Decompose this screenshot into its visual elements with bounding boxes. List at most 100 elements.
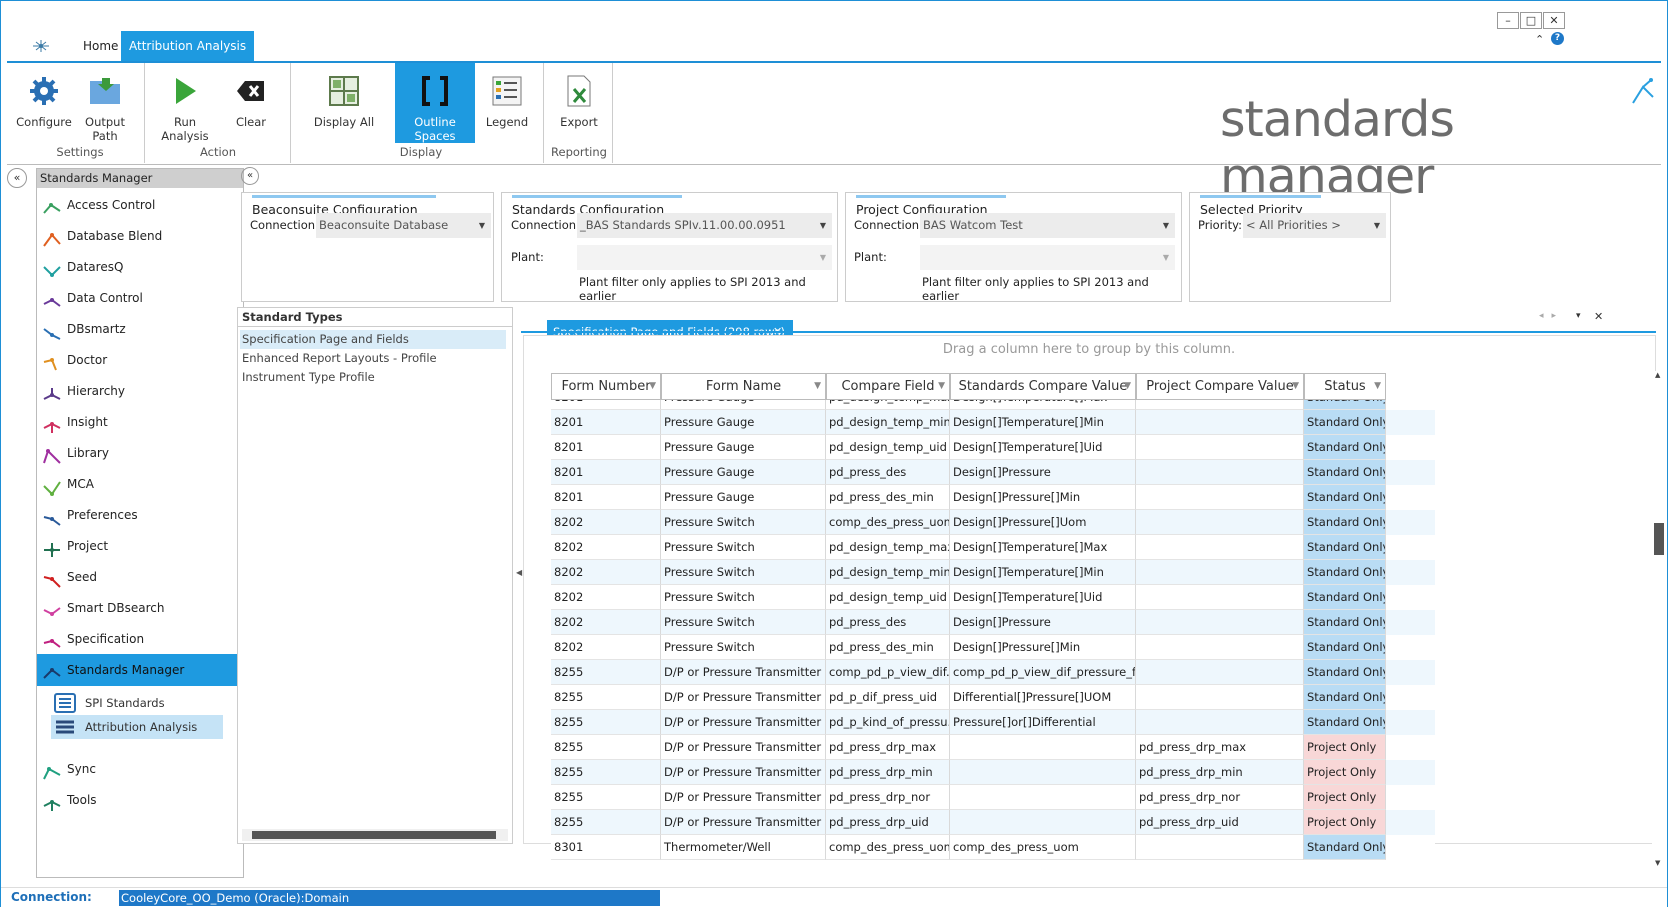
column-header-project-compare-value[interactable]: Project Compare Value ▼ <box>1136 373 1304 400</box>
cell-project-value <box>1136 410 1304 435</box>
sidebar-item-insight[interactable]: Insight <box>37 406 243 438</box>
project-connection-select[interactable]: BAS Watcom Test ▼ <box>920 213 1175 238</box>
table-row[interactable]: 8202 Pressure Switch pd_design_temp_max Des… <box>551 535 1435 560</box>
minimize-button[interactable]: – <box>1497 12 1519 29</box>
sidebar-item-sync[interactable]: Sync <box>37 753 243 785</box>
table-row[interactable]: 8201 Pressure Gauge pd_press_des_min Design… <box>551 485 1435 510</box>
tab-nav-icons[interactable]: ◂▸ <box>1539 311 1564 321</box>
sidebar-item-specification[interactable]: Specification <box>37 623 243 655</box>
cell-status: Project Only <box>1304 785 1386 810</box>
filter-icon[interactable]: ▼ <box>1374 374 1381 399</box>
cell-form-number: 8255 <box>551 685 661 710</box>
filter-icon[interactable]: ▼ <box>1292 374 1299 399</box>
table-row[interactable]: 8202 Pressure Switch pd_press_des Design[]P… <box>551 610 1435 635</box>
display-all-button[interactable]: Display All <box>312 63 376 141</box>
standard-type-item[interactable]: Specification Page and Fields <box>240 330 506 349</box>
table-row[interactable]: 8202 Pressure Switch pd_design_temp_min Des… <box>551 560 1435 585</box>
output-path-button[interactable]: Output Path <box>73 63 137 143</box>
sidebar-item-project[interactable]: Project <box>37 530 243 562</box>
sidebar-item-standards-manager[interactable]: Standards Manager <box>37 654 243 686</box>
filter-icon[interactable]: ▼ <box>1124 374 1131 399</box>
scroll-down-icon[interactable]: ▼ <box>1655 859 1660 867</box>
maximize-button[interactable]: □ <box>1520 12 1542 29</box>
collapse-config-button[interactable]: « <box>241 167 259 185</box>
datares-q-icon <box>43 259 61 277</box>
app-menu-icon[interactable] <box>31 37 51 55</box>
export-button[interactable]: Export <box>551 63 607 141</box>
sidebar-item-hierarchy[interactable]: Hierarchy <box>37 375 243 407</box>
grid-icon <box>324 71 364 111</box>
scroll-thumb[interactable] <box>252 831 496 839</box>
sidebar-subitem-spi-standards[interactable]: SPI Standards <box>51 691 223 715</box>
outline-spaces-button[interactable]: Outline Spaces <box>395 63 475 143</box>
close-pane-icon[interactable]: ✕ <box>1594 310 1603 323</box>
sidebar-item-database-blend[interactable]: Database Blend <box>37 220 243 252</box>
table-row[interactable]: 8255 D/P or Pressure Transmitter pd_p_dif_… <box>551 685 1435 710</box>
standard-type-item[interactable]: Instrument Type Profile <box>240 368 506 387</box>
project-config-panel: Project Configuration Connection: BAS Wa… <box>845 192 1182 303</box>
select-value: Beaconsuite Database <box>319 218 449 232</box>
sidebar-item-access-control[interactable]: Access Control <box>37 189 243 221</box>
table-row[interactable]: 8202 Pressure Switch pd_design_temp_uid Des… <box>551 585 1435 610</box>
table-row[interactable]: 8255 D/P or Pressure Transmitter pd_p_kind… <box>551 710 1435 735</box>
tab-home[interactable]: Home <box>75 31 126 61</box>
standards-plant-select[interactable]: ▼ <box>577 245 832 270</box>
column-header-standards-compare-value[interactable]: Standards Compare Value ▼ <box>950 373 1136 400</box>
table-row[interactable]: 8202 Pressure Switch comp_des_press_uom Des… <box>551 510 1435 535</box>
sidebar-item-data-control[interactable]: Data Control <box>37 282 243 314</box>
table-row[interactable]: 8255 D/P or Pressure Transmitter pd_press_… <box>551 785 1435 810</box>
column-header-form-name[interactable]: Form Name ▼ <box>661 373 826 400</box>
sidebar-item-tools[interactable]: Tools <box>37 784 243 816</box>
column-header-status[interactable]: Status ▼ <box>1304 373 1386 400</box>
table-row[interactable]: 8201 Pressure Gauge pd_press_des Design[]Pr… <box>551 460 1435 485</box>
priority-panel: Selected Priority Priority: < All Priori… <box>1189 192 1391 302</box>
sidebar-item-smart-dbsearch[interactable]: Smart DBsearch <box>37 592 243 624</box>
configure-button[interactable]: Configure <box>15 63 73 141</box>
legend-button[interactable]: Legend <box>482 63 532 141</box>
table-row[interactable]: 8255 D/P or Pressure Transmitter pd_press_… <box>551 735 1435 760</box>
run-analysis-button[interactable]: Run Analysis <box>150 63 220 143</box>
standards-connection-select[interactable]: _BAS Standards SPIv.11.00.00.0951 ▼ <box>577 213 832 238</box>
cell-form-number: 8255 <box>551 710 661 735</box>
column-header-form-number[interactable]: Form Number ▼ <box>551 373 661 400</box>
sidebar-subitem-attribution-analysis[interactable]: Attribution Analysis <box>51 715 223 739</box>
filter-icon[interactable]: ▼ <box>938 374 945 399</box>
sidebar-item-preferences[interactable]: Preferences <box>37 499 243 531</box>
sidebar-item-mca[interactable]: MCA <box>37 468 243 500</box>
clear-button[interactable]: Clear <box>225 63 277 141</box>
beaconsuite-connection-select[interactable]: Beaconsuite Database ▼ <box>316 213 491 238</box>
tab-attribution-analysis[interactable]: Attribution Analysis <box>121 31 255 61</box>
cell-status: Standard Only <box>1304 400 1386 410</box>
cell-form-name: Pressure Gauge <box>661 460 826 485</box>
filter-icon[interactable]: ▼ <box>814 374 821 399</box>
splitter-arrow-icon[interactable]: ◀ <box>516 568 522 577</box>
table-row[interactable]: 8255 D/P or Pressure Transmitter pd_press_… <box>551 760 1435 785</box>
beaconsuite-config-panel: Beaconsuite Configuration Connection: Be… <box>241 192 494 302</box>
filter-icon[interactable]: ▼ <box>649 374 656 399</box>
priority-select[interactable]: < All Priorities > ▼ <box>1243 213 1386 238</box>
scroll-thumb[interactable] <box>1654 523 1664 555</box>
scroll-up-icon[interactable]: ▲ <box>1655 371 1660 379</box>
table-row[interactable]: 8201Pressure Gaugepd_design_temp_maxDesi… <box>551 400 1435 410</box>
table-row[interactable]: 8202 Pressure Switch pd_press_des_min Desig… <box>551 635 1435 660</box>
sidebar-item-doctor[interactable]: Doctor <box>37 344 243 376</box>
close-window-button[interactable]: ✕ <box>1543 12 1565 29</box>
horizontal-scrollbar[interactable] <box>242 829 508 841</box>
sidebar-item-library[interactable]: Library <box>37 437 243 469</box>
cell-form-number: 8202 <box>551 585 661 610</box>
gear-icon <box>24 71 64 111</box>
sidebar-item-seed[interactable]: Seed <box>37 561 243 593</box>
tab-dropdown-icon[interactable]: ▾ <box>1576 311 1581 321</box>
table-row[interactable]: 8201 Pressure Gauge pd_design_temp_uid Desi… <box>551 435 1435 460</box>
sidebar-item-dbsmartz[interactable]: DBsmartz <box>37 313 243 345</box>
vertical-scrollbar[interactable]: ▲ ▼ <box>1652 371 1666 879</box>
sidebar-item-datares-q[interactable]: DataresQ <box>37 251 243 283</box>
table-row[interactable]: 8255 D/P or Pressure Transmitter comp_pd_p… <box>551 660 1435 685</box>
column-header-compare-field[interactable]: Compare Field ▼ <box>826 373 950 400</box>
standard-type-item[interactable]: Enhanced Report Layouts - Profile <box>240 349 506 368</box>
collapse-nav-button[interactable]: « <box>7 168 27 188</box>
table-row[interactable]: 8301 Thermometer/Well comp_des_press_uom co… <box>551 835 1435 860</box>
table-row[interactable]: 8255 D/P or Pressure Transmitter pd_press_… <box>551 810 1435 835</box>
table-row[interactable]: 8201 Pressure Gauge pd_design_temp_min Desi… <box>551 410 1435 435</box>
project-plant-select[interactable]: ▼ <box>920 245 1175 270</box>
